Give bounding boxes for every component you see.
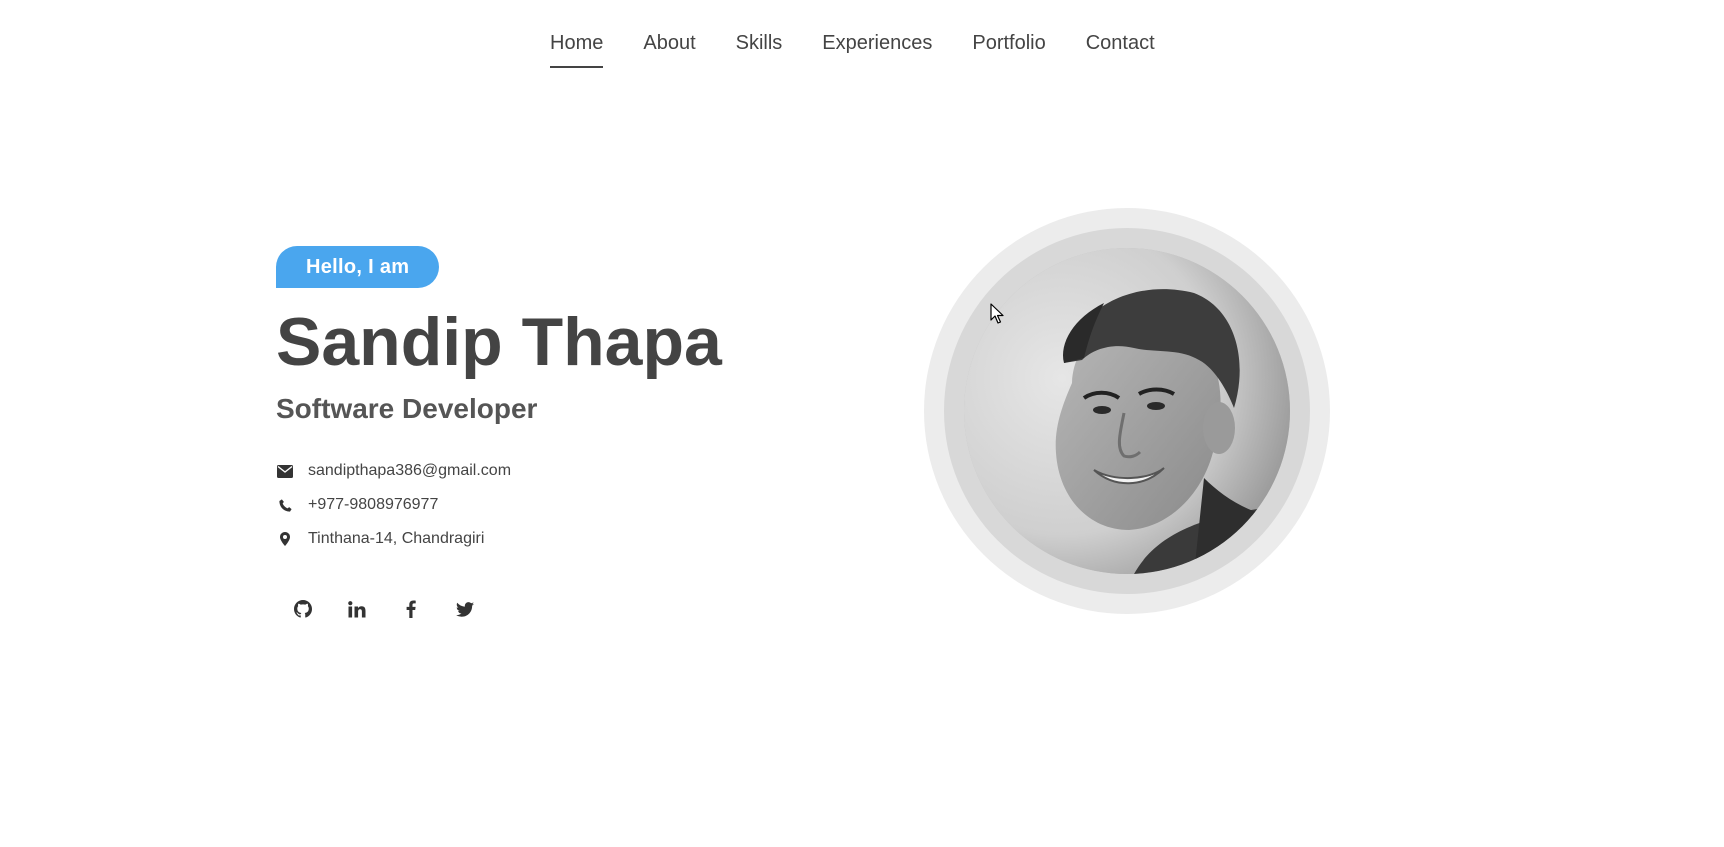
profile-photo: [964, 248, 1290, 574]
nav-item-contact[interactable]: Contact: [1086, 32, 1155, 68]
phone-text[interactable]: +977-9808976977: [308, 496, 438, 514]
nav-item-skills[interactable]: Skills: [736, 32, 783, 68]
envelope-icon: [276, 462, 294, 480]
nav-item-about[interactable]: About: [643, 32, 695, 68]
profile-photo-frame: [924, 208, 1330, 614]
nav-item-portfolio[interactable]: Portfolio: [972, 32, 1045, 68]
location-text: Tinthana-14, Chandragiri: [308, 530, 485, 547]
greeting-badge: Hello, I am: [276, 246, 440, 288]
mouse-cursor-icon: [990, 303, 1004, 325]
nav-menu: Home About Skills Experiences Portfolio …: [550, 32, 1195, 68]
profile-photo-ring: [944, 228, 1310, 594]
contact-list: sandipthapa386@gmail.com +977-9808976977…: [276, 454, 722, 556]
twitter-icon[interactable]: [450, 594, 480, 624]
hero-title: Software Developer: [276, 393, 538, 424]
top-navigation: Home About Skills Experiences Portfolio …: [0, 0, 1724, 80]
map-marker-icon: [276, 530, 294, 548]
contact-location: Tinthana-14, Chandragiri: [276, 522, 722, 556]
facebook-icon[interactable]: [396, 594, 426, 624]
phone-icon: [276, 496, 294, 514]
social-links: [276, 594, 722, 624]
contact-email: sandipthapa386@gmail.com: [276, 454, 722, 488]
linkedin-icon[interactable]: [342, 594, 372, 624]
nav-item-experiences[interactable]: Experiences: [822, 32, 932, 68]
nav-item-home[interactable]: Home: [550, 32, 604, 68]
hero-name: Sandip Thapa: [276, 304, 722, 380]
contact-phone: +977-9808976977: [276, 488, 722, 522]
github-icon[interactable]: [288, 594, 318, 624]
hero-intro: Hello, I am Sandip Thapa Software Develo…: [276, 246, 722, 624]
email-text[interactable]: sandipthapa386@gmail.com: [308, 462, 511, 480]
